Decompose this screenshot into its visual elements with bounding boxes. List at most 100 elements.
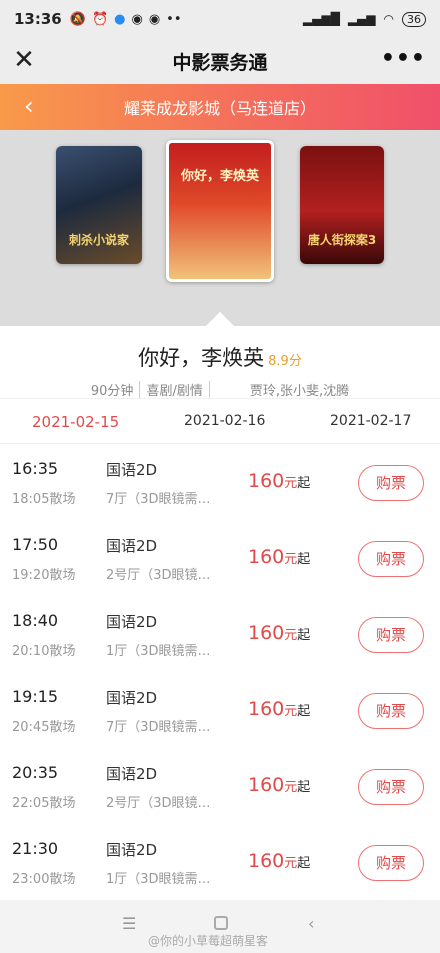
qq-icon: ● bbox=[114, 11, 126, 27]
price: 160元起 bbox=[248, 622, 310, 644]
language-format: 国语2D bbox=[106, 613, 158, 631]
mute-bell-icon: 🔕 bbox=[69, 11, 86, 27]
weibo-icon: ◉ bbox=[148, 11, 161, 27]
start-time: 20:35 bbox=[12, 763, 59, 782]
movie-info: 你好，李焕英 8.9分 90分钟 喜剧/剧情 贾玲,张小斐,沈腾 bbox=[0, 326, 440, 399]
language-format: 国语2D bbox=[106, 689, 158, 707]
poster-title: 唐人街探案3 bbox=[307, 233, 377, 247]
price-suffix: 起 bbox=[297, 856, 311, 871]
price-value: 160 bbox=[248, 850, 285, 872]
price: 160元起 bbox=[248, 774, 310, 796]
close-icon[interactable]: ✕ bbox=[12, 47, 36, 73]
movie-poster-selected[interactable]: 你好，李焕英 bbox=[166, 140, 274, 282]
status-bar: 13:36 🔕 ⏰ ● ◉ ◉ •• ▂▄▆█ ▂▄▆ ◠ 36 bbox=[0, 0, 440, 38]
start-time: 17:50 bbox=[12, 535, 59, 554]
end-time: 18:05散场 bbox=[12, 492, 76, 507]
price-unit: 元 bbox=[284, 552, 298, 567]
hall-name: 1厅（3D眼镜需… bbox=[106, 644, 211, 659]
language-format: 国语2D bbox=[106, 461, 158, 479]
hd-signal-icon: ▂▄▆ bbox=[347, 12, 376, 26]
start-time: 16:35 bbox=[12, 459, 59, 478]
price-suffix: 起 bbox=[297, 780, 311, 795]
movie-genre: 喜剧/剧情 bbox=[146, 384, 203, 399]
home-icon[interactable] bbox=[214, 916, 228, 930]
price-suffix: 起 bbox=[297, 476, 311, 491]
buy-ticket-button[interactable]: 购票 bbox=[358, 541, 424, 577]
poster-title: 刺杀小说家 bbox=[68, 233, 129, 247]
movie-score: 8.9分 bbox=[268, 354, 302, 369]
price-unit: 元 bbox=[284, 628, 298, 643]
movie-meta: 90分钟 喜剧/剧情 贾玲,张小斐,沈腾 bbox=[0, 380, 440, 399]
price: 160元起 bbox=[248, 698, 310, 720]
buy-ticket-button[interactable]: 购票 bbox=[358, 617, 424, 653]
movie-duration: 90分钟 bbox=[90, 384, 134, 399]
showtime-row: 21:30 23:00散场 国语2D 1厅（3D眼镜需… 160元起 购票 bbox=[0, 824, 440, 900]
hall-name: 7厅（3D眼镜需… bbox=[106, 720, 211, 735]
alarm-icon: ⏰ bbox=[91, 11, 109, 27]
price-unit: 元 bbox=[284, 856, 298, 871]
hall-name: 7厅（3D眼镜需… bbox=[106, 492, 211, 507]
signal-icon: ▂▄▆█ bbox=[302, 12, 340, 26]
date-tab-selected[interactable]: 2021-02-15 bbox=[32, 413, 119, 431]
price: 160元起 bbox=[248, 850, 310, 872]
movie-title: 你好，李焕英 bbox=[138, 346, 265, 370]
app-title: 中影票务通 bbox=[172, 51, 268, 74]
showtime-row: 20:35 22:05散场 国语2D 2号厅（3D眼镜… 160元起 购票 bbox=[0, 748, 440, 824]
end-time: 20:45散场 bbox=[12, 720, 76, 735]
watermark: @你的小草莓超萌星客 bbox=[148, 934, 269, 948]
date-tabs: 2021-02-15 2021-02-16 2021-02-17 bbox=[0, 398, 440, 444]
price: 160元起 bbox=[248, 470, 310, 492]
end-time: 23:00散场 bbox=[12, 872, 76, 887]
hall-name: 2号厅（3D眼镜… bbox=[106, 568, 211, 583]
more-dots-icon: •• bbox=[166, 11, 182, 27]
showtime-row: 18:40 20:10散场 国语2D 1厅（3D眼镜需… 160元起 购票 bbox=[0, 596, 440, 672]
more-options-icon[interactable]: ••• bbox=[381, 46, 426, 71]
showtime-list: 16:35 18:05散场 国语2D 7厅（3D眼镜需… 160元起 购票 17… bbox=[0, 444, 440, 900]
end-time: 20:10散场 bbox=[12, 644, 76, 659]
price-value: 160 bbox=[248, 774, 285, 796]
showtime-row: 19:15 20:45散场 国语2D 7厅（3D眼镜需… 160元起 购票 bbox=[0, 672, 440, 748]
price-value: 160 bbox=[248, 622, 285, 644]
language-format: 国语2D bbox=[106, 537, 158, 555]
movie-poster[interactable]: 刺杀小说家 bbox=[56, 146, 142, 264]
end-time: 22:05散场 bbox=[12, 796, 76, 811]
movie-cast: 贾玲,张小斐,沈腾 bbox=[249, 384, 350, 399]
start-time: 18:40 bbox=[12, 611, 59, 630]
buy-ticket-button[interactable]: 购票 bbox=[358, 845, 424, 881]
showtime-row: 16:35 18:05散场 国语2D 7厅（3D眼镜需… 160元起 购票 bbox=[0, 444, 440, 520]
status-left-icons: 🔕 ⏰ ● ◉ ◉ •• bbox=[70, 12, 182, 27]
menu-icon[interactable]: ☰ bbox=[122, 914, 136, 933]
divider bbox=[208, 380, 210, 399]
price-unit: 元 bbox=[284, 780, 298, 795]
start-time: 19:15 bbox=[12, 687, 59, 706]
buy-ticket-button[interactable]: 购票 bbox=[358, 769, 424, 805]
start-time: 21:30 bbox=[12, 839, 59, 858]
date-tab[interactable]: 2021-02-17 bbox=[330, 413, 411, 429]
cinema-name: 耀莱成龙影城（马连道店） bbox=[123, 99, 316, 118]
price: 160元起 bbox=[248, 546, 310, 568]
weibo-icon: ◉ bbox=[131, 11, 143, 27]
system-nav-bar: ☰ ‹ @你的小草莓超萌星客 bbox=[0, 900, 440, 953]
status-time: 13:36 bbox=[14, 10, 62, 28]
price-value: 160 bbox=[248, 546, 285, 568]
poster-carousel: 刺杀小说家 你好，李焕英 唐人街探案3 bbox=[0, 130, 440, 326]
price-suffix: 起 bbox=[297, 628, 311, 643]
buy-ticket-button[interactable]: 购票 bbox=[358, 465, 424, 501]
poster-title: 你好，李焕英 bbox=[180, 169, 259, 184]
back-arrow-icon[interactable]: ‹ bbox=[24, 92, 34, 120]
movie-poster[interactable]: 唐人街探案3 bbox=[300, 146, 384, 264]
battery-indicator: 36 bbox=[402, 11, 426, 27]
showtime-row: 17:50 19:20散场 国语2D 2号厅（3D眼镜… 160元起 购票 bbox=[0, 520, 440, 596]
status-right-icons: ▂▄▆█ ▂▄▆ ◠ 36 bbox=[302, 11, 426, 27]
buy-ticket-button[interactable]: 购票 bbox=[358, 693, 424, 729]
wifi-icon: ◠ bbox=[383, 12, 394, 26]
price-suffix: 起 bbox=[297, 552, 311, 567]
app-titlebar: ✕ 中影票务通 ••• bbox=[0, 38, 440, 84]
movie-title-line: 你好，李焕英 8.9分 bbox=[0, 342, 440, 372]
cinema-header: ‹ 耀莱成龙影城（马连道店） bbox=[0, 84, 440, 130]
back-icon[interactable]: ‹ bbox=[308, 914, 314, 933]
price-unit: 元 bbox=[284, 704, 298, 719]
date-tab[interactable]: 2021-02-16 bbox=[184, 413, 265, 429]
hall-name: 1厅（3D眼镜需… bbox=[106, 872, 211, 887]
hall-name: 2号厅（3D眼镜… bbox=[106, 796, 211, 811]
